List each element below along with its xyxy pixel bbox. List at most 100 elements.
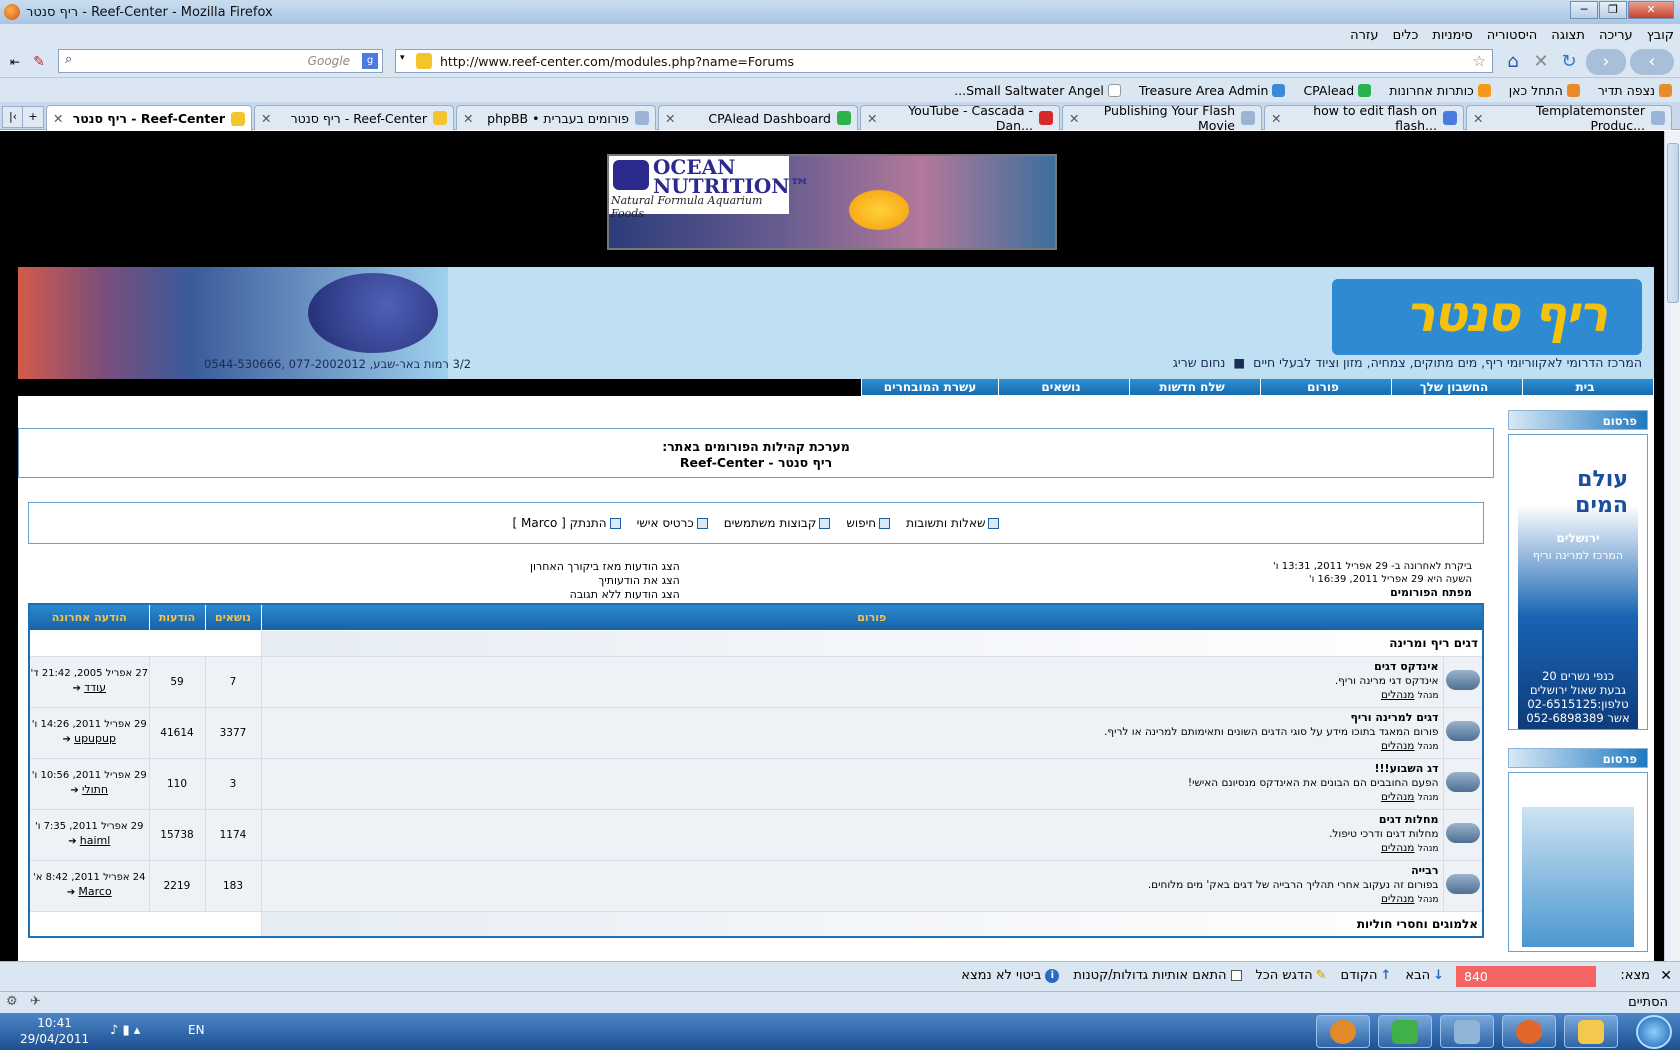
close-tab-icon[interactable]: ✕ [1473, 111, 1483, 126]
taskbar-explorer[interactable] [1564, 1015, 1618, 1048]
nav-home[interactable]: בית [1516, 379, 1654, 396]
nav-top-ten[interactable]: עשרת המובחרים [861, 379, 999, 396]
nav-account[interactable]: החשבון שלך [1385, 379, 1523, 396]
bookmark-small-saltwater[interactable]: Small Saltwater Angel... [954, 83, 1121, 98]
new-tab-icon[interactable]: + [22, 106, 44, 128]
link-faq[interactable]: שאלות ותשובות [906, 516, 1000, 530]
close-find-icon[interactable]: ✕ [1660, 968, 1672, 984]
bookmark-getting-started[interactable]: התחל כאן [1509, 83, 1580, 98]
bookmark-most-visited[interactable]: נצפה תדיר [1598, 83, 1672, 98]
nav-forum[interactable]: פורום [1254, 379, 1392, 396]
last-poster-link[interactable]: עודד [84, 681, 106, 694]
tab-publishing-flash[interactable]: ✕ Publishing Your Flash Movie [1062, 103, 1262, 133]
forum-name-link[interactable]: דגים למרינה וריף [1350, 711, 1438, 724]
nav-topics[interactable]: נושאים [992, 379, 1130, 396]
bookmark-star-icon[interactable]: ☆ [1473, 52, 1486, 70]
url-text[interactable]: http://www.reef-center.com/modules.php?n… [440, 54, 794, 69]
tab-templatemonster[interactable]: ✕ Templatemonster Produc... [1466, 103, 1672, 133]
stop-icon[interactable]: ✕ [1528, 49, 1554, 75]
forum-name-link[interactable]: מחלות דגים [1379, 813, 1439, 826]
toolbar-left-icon[interactable]: ⇤ [2, 49, 28, 75]
sidebar-ad-olam-hamaim[interactable]: עולם המים ירושלים המרכז למרינה וריף כנפי … [1508, 434, 1648, 730]
category-name[interactable]: אלמוגים וחסרי חוליות [260, 910, 1484, 938]
tab-reef-center-active[interactable]: ✕ ריף סנטר - Reef-Center [46, 105, 252, 131]
close-window-button[interactable]: ✕ [1628, 1, 1674, 19]
taskbar-firefox[interactable] [1502, 1015, 1556, 1048]
gear-icon[interactable]: ⚙ [6, 994, 18, 1009]
tab-edit-flash[interactable]: ✕ how to edit flash on flash... [1264, 103, 1464, 133]
menu-view[interactable]: תצוגה [1551, 28, 1585, 43]
start-button[interactable] [1636, 1015, 1672, 1049]
moderators-link[interactable]: מנהלים [1381, 689, 1414, 701]
tab-phpbb[interactable]: ✕ phpBB • פורומים בעברית [456, 105, 656, 130]
bookmark-cpalead[interactable]: CPAlead [1303, 83, 1372, 98]
back-icon[interactable]: ‹ [1630, 49, 1674, 75]
highlight-all-button[interactable]: ✎ הדגש הכל [1256, 968, 1327, 983]
find-previous-button[interactable]: ↑ הקודם [1341, 968, 1392, 983]
sidebar-ad-2[interactable] [1508, 772, 1648, 952]
forum-name-link[interactable]: אינדקס דגים [1374, 660, 1438, 673]
find-next-button[interactable]: ↓ הבא [1405, 968, 1444, 983]
link-new-posts[interactable]: הצג הודעות מאז ביקורך האחרון [530, 560, 680, 574]
taskbar-notepad[interactable] [1440, 1015, 1494, 1048]
goto-post-icon[interactable]: ➔ [73, 683, 81, 694]
tab-cpalead[interactable]: ✕ CPAlead Dashboard [658, 105, 858, 130]
bookmark-latest-headlines[interactable]: כותרות אחרונות [1389, 83, 1491, 98]
close-tab-icon[interactable]: ✕ [665, 111, 675, 126]
reload-icon[interactable]: ↻ [1556, 49, 1582, 75]
language-indicator[interactable]: EN [188, 1023, 205, 1037]
goto-post-icon[interactable]: ➔ [68, 836, 76, 847]
volume-icon[interactable]: ♪ [110, 1023, 118, 1038]
adblock-icon[interactable]: ✎ [26, 49, 52, 75]
link-profile[interactable]: כרטיס אישי [637, 516, 708, 530]
menu-help[interactable]: עזרה [1350, 28, 1378, 43]
tab-reef-center[interactable]: ✕ ריף סנטר - Reef-Center [254, 105, 454, 130]
forum-name-link[interactable]: רבייה [1411, 864, 1438, 877]
moderators-link[interactable]: מנהלים [1381, 740, 1414, 752]
url-bar[interactable]: ▾ http://www.reef-center.com/modules.php… [395, 49, 1493, 73]
search-box[interactable]: ⌕ Google g [58, 49, 383, 73]
goto-post-icon[interactable]: ➔ [70, 785, 78, 796]
scrollbar-thumb[interactable] [1667, 143, 1679, 303]
google-icon[interactable]: g [362, 53, 378, 69]
moderators-link[interactable]: מנהלים [1381, 791, 1414, 803]
match-case-checkbox[interactable]: התאם אותיות גדולות/קטנות [1073, 968, 1242, 983]
addon-icon[interactable]: ✈ [30, 994, 41, 1009]
dropdown-icon[interactable]: ▾ [400, 53, 405, 63]
moderators-link[interactable]: מנהלים [1381, 842, 1414, 854]
last-poster-link[interactable]: Marco [78, 885, 111, 898]
forum-index-link[interactable]: מפתח הפורומים [1390, 586, 1472, 599]
close-tab-icon[interactable]: ✕ [867, 111, 877, 126]
last-poster-link[interactable]: upupup [74, 732, 116, 745]
nav-submit-news[interactable]: שלח חדשות [1123, 379, 1261, 396]
maximize-button[interactable]: ❐ [1599, 1, 1627, 19]
network-icon[interactable]: ▮ [122, 1023, 129, 1038]
menu-edit[interactable]: עריכה [1599, 28, 1633, 43]
close-tab-icon[interactable]: ✕ [261, 111, 271, 126]
tab-scroll-icon[interactable]: |‹ [2, 106, 24, 128]
close-tab-icon[interactable]: ✕ [1271, 111, 1281, 126]
link-your-posts[interactable]: הצג את הודעותיך [530, 574, 680, 588]
minimize-button[interactable]: ─ [1570, 1, 1598, 19]
clock[interactable]: 10:41 29/04/2011 [20, 1015, 89, 1047]
menu-file[interactable]: קובץ [1647, 28, 1674, 43]
link-search[interactable]: חיפוש [846, 516, 891, 530]
vertical-scrollbar[interactable] [1664, 131, 1680, 961]
tab-youtube[interactable]: ✕ YouTube - Cascada - Dan... [860, 103, 1060, 133]
goto-post-icon[interactable]: ➔ [63, 734, 71, 745]
menu-bookmarks[interactable]: סימניות [1432, 28, 1472, 43]
menu-tools[interactable]: כלים [1393, 28, 1419, 43]
taskbar-media-player[interactable] [1316, 1015, 1370, 1048]
reef-center-logo[interactable]: ריף סנטר [1332, 279, 1642, 355]
find-input[interactable]: 840 [1456, 966, 1596, 987]
goto-post-icon[interactable]: ➔ [67, 887, 75, 898]
link-unanswered[interactable]: הצג הודעות ללא תגובה [530, 588, 680, 602]
bookmark-treasure-area[interactable]: Treasure Area Admin [1139, 83, 1286, 98]
moderators-link[interactable]: מנהלים [1381, 893, 1414, 905]
last-poster-link[interactable]: חתולי [82, 783, 108, 796]
link-logout[interactable]: התנתק [ Marco ] [513, 516, 621, 530]
menu-history[interactable]: היסטוריה [1487, 28, 1538, 43]
forum-name-link[interactable]: דג השבוע!!! [1375, 762, 1439, 775]
link-usergroups[interactable]: קבוצות משתמשים [724, 516, 831, 530]
home-icon[interactable]: ⌂ [1500, 49, 1526, 75]
